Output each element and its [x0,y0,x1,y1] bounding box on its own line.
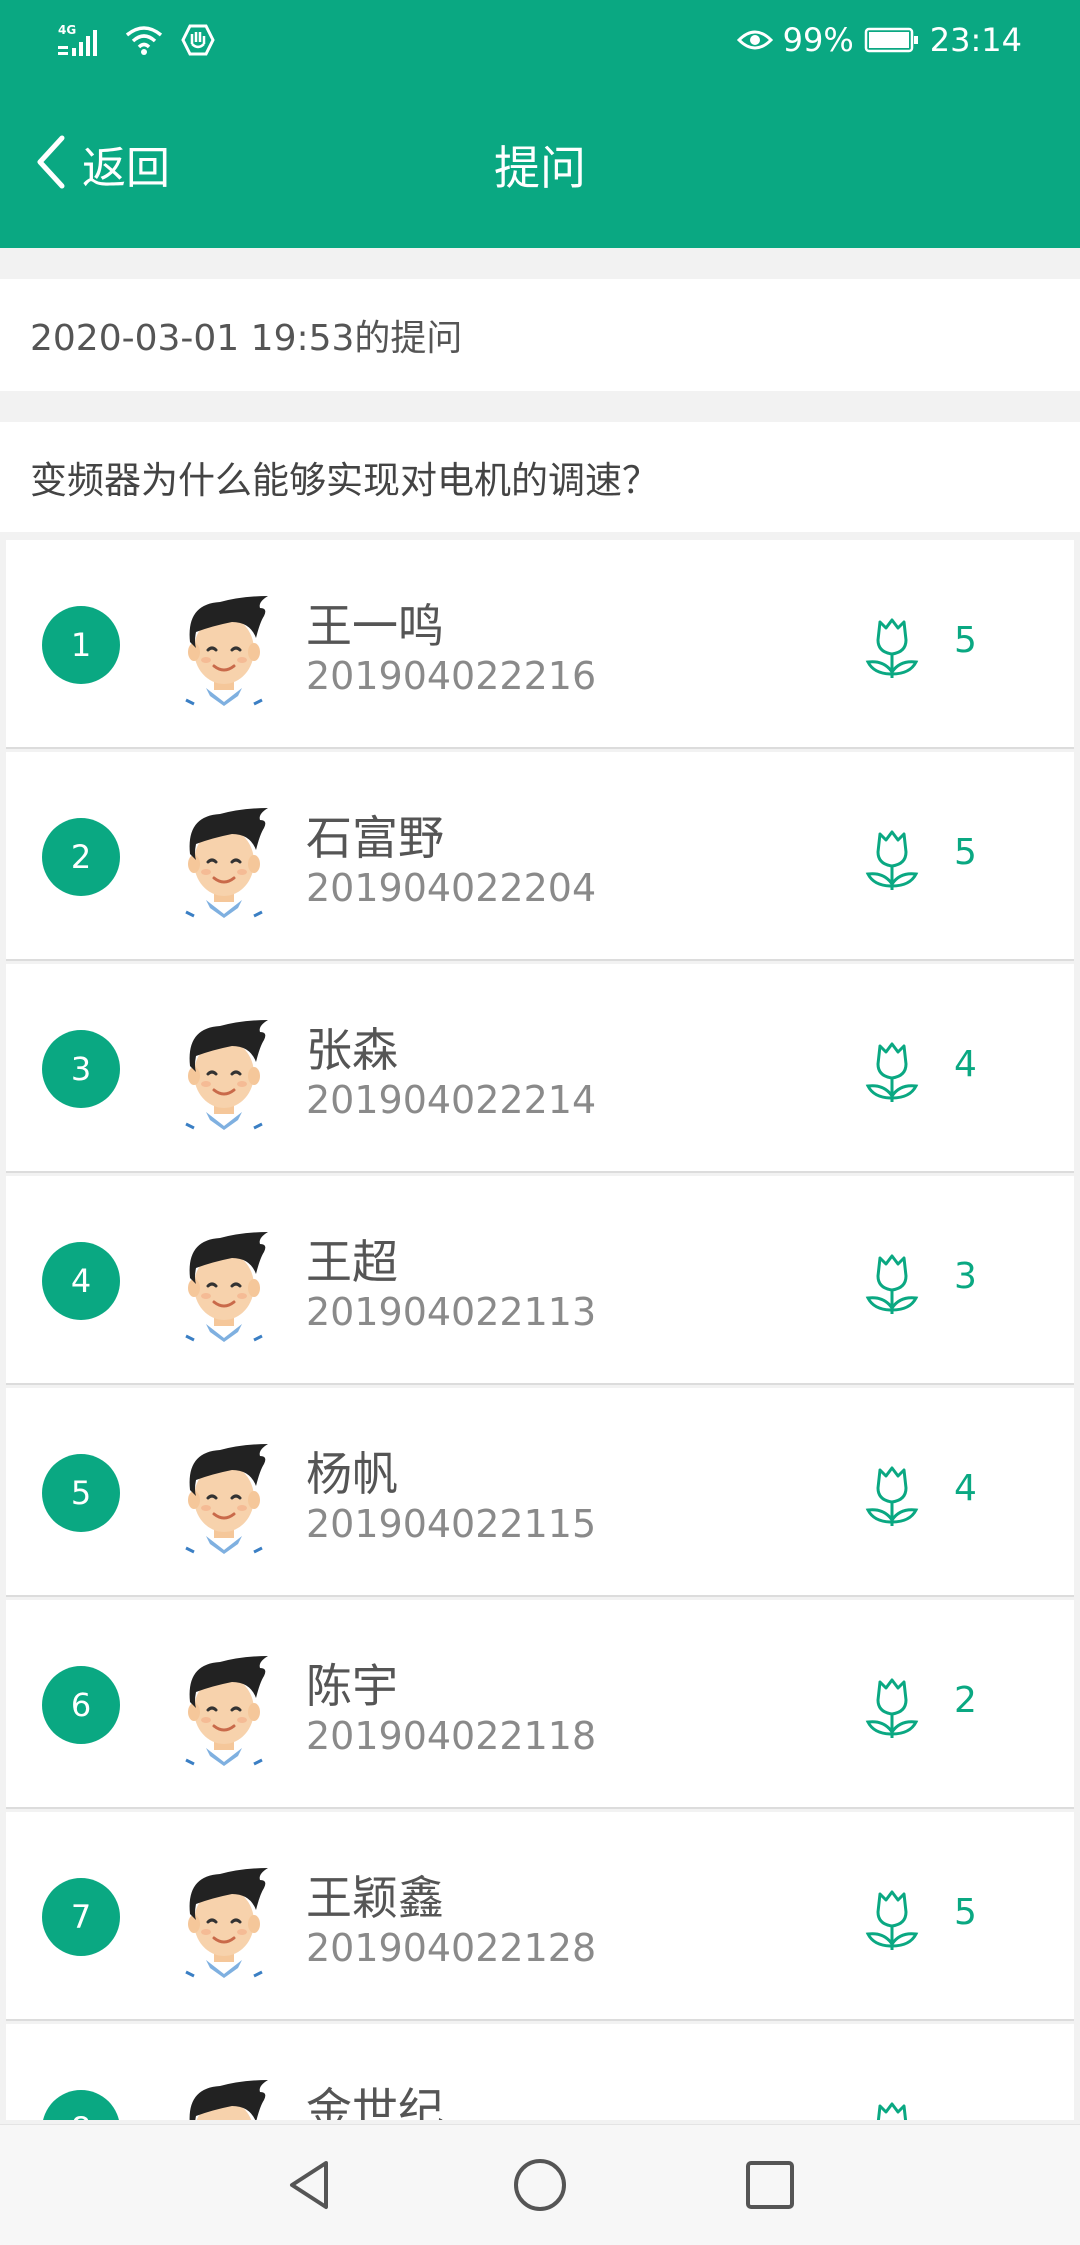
avatar [172,804,276,920]
student-id: 201904022115 [306,1502,597,1546]
student-name: 张森 [306,1023,398,1077]
student-id: 201904022113 [306,1290,597,1334]
flower-like-icon[interactable] [862,614,922,680]
system-nav-bar [0,2124,1080,2245]
nav-home-button[interactable] [510,2155,570,2215]
rank-badge: 1 [42,606,120,684]
rank-badge: 2 [42,818,120,896]
rank-badge: 3 [42,1030,120,1108]
list-item[interactable]: 1 王一鸣 201904022216 5 [6,540,1074,747]
battery-percent: 99% [782,21,854,59]
rank-badge: 5 [42,1454,120,1532]
triangle-back-icon [290,2161,328,2209]
rank-badge: 7 [42,1878,120,1956]
wifi-icon [124,23,164,57]
status-bar: 4G 99% 23:14 [0,0,1080,80]
avatar [172,1016,276,1132]
answer-list: 1 王一鸣 201904022216 5 2 石富野 201904022204 … [6,540,1074,2120]
student-name: 杨帆 [306,1447,398,1501]
hand-icon [180,22,216,58]
flower-like-icon[interactable] [862,2098,922,2120]
square-recents-icon [746,2161,794,2209]
clock: 23:14 [929,21,1022,59]
like-count: 3 [954,1256,977,1297]
student-name: 王颖鑫 [306,1871,444,1925]
avatar [172,1228,276,1344]
rank-badge: 4 [42,1242,120,1320]
battery-icon [864,26,920,54]
student-name: 陈宇 [306,1659,398,1713]
rank-badge: 6 [42,1666,120,1744]
student-id: 201904022128 [306,1926,597,1970]
app-header: 返回 提问 [0,80,1080,248]
question-text: 变频器为什么能够实现对电机的调速？ [30,459,659,502]
list-item[interactable]: 3 张森 201904022214 4 [6,964,1074,1171]
flower-like-icon[interactable] [862,1038,922,1104]
student-id: 201904022204 [306,866,597,910]
status-bar-left: 4G [58,18,216,62]
question-text-block: 变频器为什么能够实现对电机的调速？ [0,422,1080,532]
circle-home-icon [514,2159,566,2211]
student-name: 石富野 [306,811,444,865]
network-label: 4G [58,23,76,37]
nav-back-button[interactable] [280,2155,340,2215]
flower-like-icon[interactable] [862,1250,922,1316]
signal-icon: 4G [58,22,108,58]
list-item[interactable]: 6 陈宇 201904022118 2 [6,1600,1074,1807]
student-name: 金世纪 [306,2083,444,2120]
list-item[interactable]: 5 杨帆 201904022115 4 [6,1388,1074,1595]
flower-like-icon[interactable] [862,826,922,892]
like-count: 5 [954,620,977,661]
avatar [172,1652,276,1768]
like-count: 4 [954,1468,977,1509]
flower-like-icon[interactable] [862,1886,922,1952]
avatar [172,2076,276,2120]
avatar [172,1864,276,1980]
flower-like-icon[interactable] [862,1462,922,1528]
rank-badge: 8 [42,2090,120,2120]
list-item[interactable]: 8 金世纪 [6,2024,1074,2120]
question-date: 2020-03-01 19:53的提问 [30,318,463,359]
like-count: 2 [954,1680,977,1721]
student-id: 201904022216 [306,654,597,698]
nav-recents-button[interactable] [740,2155,800,2215]
status-bar-right: 99% 23:14 [736,18,1022,62]
flower-like-icon[interactable] [862,1674,922,1740]
eye-icon [736,27,773,53]
list-item[interactable]: 7 王颖鑫 201904022128 5 [6,1812,1074,2019]
avatar [172,592,276,708]
student-id: 201904022118 [306,1714,597,1758]
list-item[interactable]: 2 石富野 201904022204 5 [6,752,1074,959]
student-name: 王超 [306,1235,398,1289]
student-id: 201904022214 [306,1078,597,1122]
student-name: 王一鸣 [306,599,444,653]
page-title: 提问 [494,141,586,195]
like-count: 4 [954,1044,977,1085]
avatar [172,1440,276,1556]
list-item[interactable]: 4 王超 201904022113 3 [6,1176,1074,1383]
question-date-block: 2020-03-01 19:53的提问 [0,279,1080,391]
like-count: 5 [954,832,977,873]
like-count: 5 [954,1892,977,1933]
